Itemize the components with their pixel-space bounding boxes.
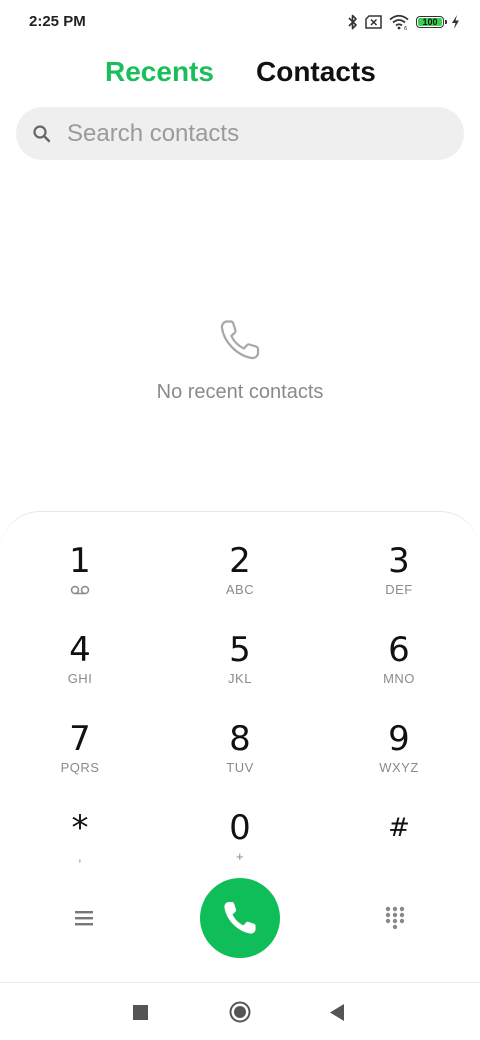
key-digit: 6 [388,630,410,670]
dialer-screen: 2:25 PM 6 100 Recents Contacts Search co… [0,0,480,1040]
key-digit: 7 [69,719,91,759]
dial-key-hash[interactable]: # [344,809,454,887]
system-nav-bar [0,982,480,1040]
empty-state-text: No recent contacts [156,381,324,403]
dial-key-1[interactable]: 1 [25,542,135,620]
key-letters: MNO [383,671,415,686]
key-digit: 9 [388,719,410,759]
dial-key-8[interactable]: 8 TUV [185,720,295,798]
status-time: 2:25 PM [29,13,86,30]
battery-icon: 100 [416,16,447,28]
dial-key-5[interactable]: 5 JKL [185,631,295,709]
key-digit: 5 [229,630,251,670]
key-digit: * [71,808,89,848]
key-letters: PQRS [60,760,100,775]
dial-key-6[interactable]: 6 MNO [344,631,454,709]
key-digit: # [388,813,410,843]
voicemail-icon [70,585,90,595]
key-digit: 0 [229,808,251,848]
dialpad: 1 2 ABC 3 DEF 4 GHI 5 JKL 6 MNO 7 PQRS 8… [0,511,480,981]
home-circle-icon[interactable] [229,1001,251,1023]
key-letters: GHI [67,671,93,686]
wifi-icon: 6 [389,14,409,30]
key-digit: 1 [69,541,91,581]
dial-key-9[interactable]: 9 WXYZ [344,720,454,798]
call-action-row [0,878,480,958]
tab-bar: Recents Contacts [0,52,480,96]
key-letters: DEF [385,582,413,597]
status-bar: 2:25 PM 6 100 [0,0,480,44]
dial-key-0[interactable]: 0 + [185,809,295,887]
menu-icon[interactable] [72,906,98,930]
key-letters: WXYZ [379,760,419,775]
key-letters: ABC [225,582,255,597]
bluetooth-icon [348,14,357,30]
svg-text:6: 6 [404,26,407,30]
charging-icon [452,15,459,29]
key-digit: 2 [229,541,251,581]
key-letters: , [77,849,83,864]
battery-level: 100 [422,16,438,27]
tab-recents[interactable]: Recents [105,52,214,92]
key-digit: 3 [388,541,410,581]
phone-outline-icon [220,320,260,360]
search-bar[interactable] [16,107,464,160]
back-triangle-icon[interactable] [330,1004,345,1021]
dial-key-star[interactable]: * , [25,809,135,887]
call-button[interactable] [200,878,280,958]
dial-key-2[interactable]: 2 ABC [185,542,295,620]
search-icon [33,124,51,142]
key-letters [344,849,454,865]
key-letters: TUV [226,760,254,775]
dial-key-3[interactable]: 3 DEF [344,542,454,620]
no-sim-icon [365,15,382,29]
search-input[interactable] [67,119,427,148]
key-digit: 8 [229,719,251,759]
dialpad-grid-icon[interactable] [383,905,407,931]
phone-icon [224,902,256,934]
dial-key-4[interactable]: 4 GHI [25,631,135,709]
recents-square-icon[interactable] [133,1005,148,1020]
key-letters: JKL [228,671,252,686]
status-icons: 6 100 [348,11,460,33]
key-letters: + [235,849,245,864]
tab-contacts[interactable]: Contacts [256,52,376,92]
dial-key-7[interactable]: 7 PQRS [25,720,135,798]
key-digit: 4 [69,630,91,670]
